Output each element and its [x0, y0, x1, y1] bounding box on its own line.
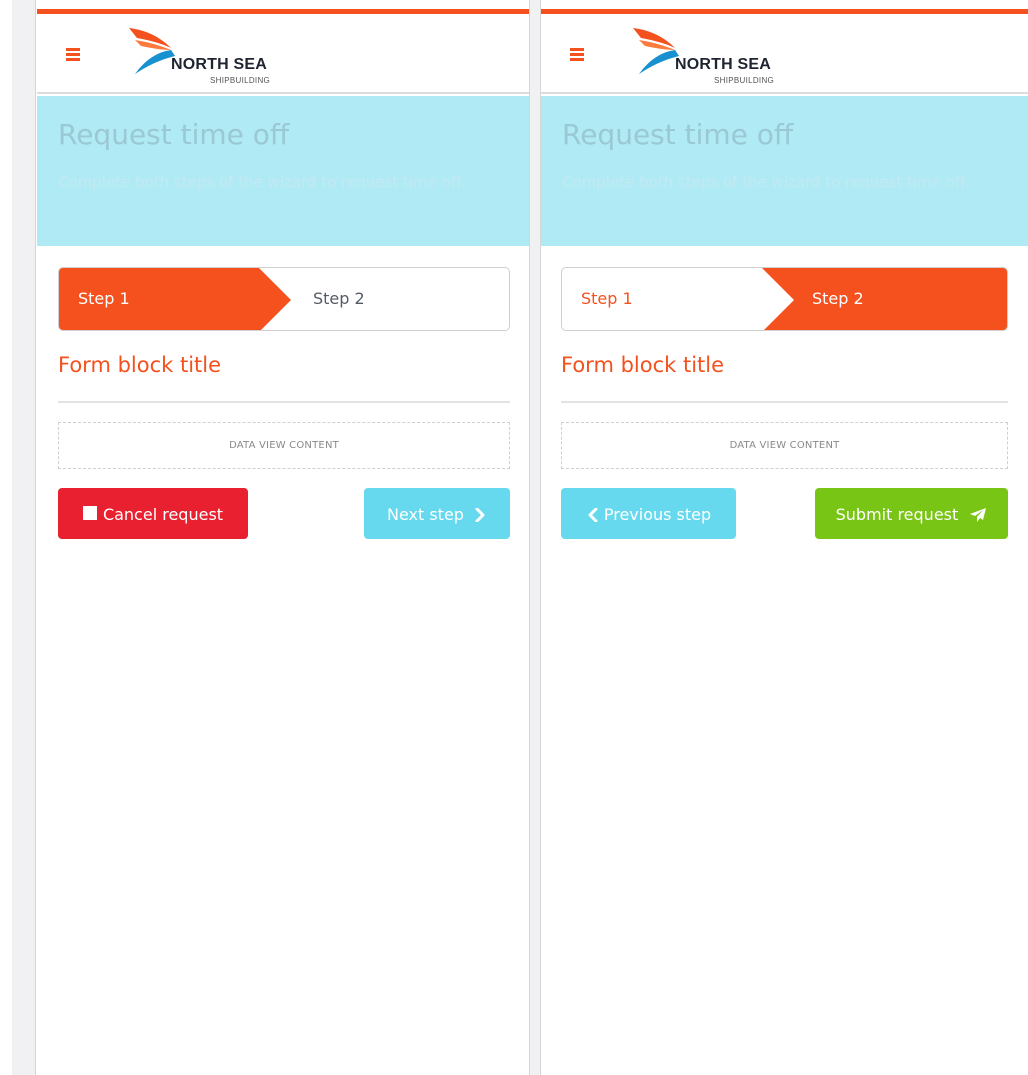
- page-title: Request time off: [58, 118, 290, 151]
- form-block-title: Form block title: [561, 353, 725, 377]
- submit-request-button[interactable]: Submit request: [815, 488, 1008, 539]
- chevron-left-icon: [588, 507, 598, 522]
- next-step-label: Next step: [386, 505, 464, 524]
- hamburger-menu-icon[interactable]: [570, 48, 584, 61]
- north-sea-shipbuilding-logo[interactable]: NORTH SEA SHIPBUILDING: [127, 24, 287, 85]
- hamburger-menu-icon[interactable]: [66, 48, 80, 61]
- north-sea-shipbuilding-logo[interactable]: NORTH SEA SHIPBUILDING: [631, 24, 791, 85]
- middle-gutter: [529, 0, 541, 1075]
- app-header: NORTH SEA SHIPBUILDING: [37, 14, 529, 94]
- wizard-step-2[interactable]: Step 2: [812, 289, 864, 308]
- section-divider: [58, 401, 510, 403]
- left-gutter: [0, 0, 36, 1075]
- app-header: NORTH SEA SHIPBUILDING: [541, 14, 1028, 94]
- page-subtitle: Complete both steps of the wizard to req…: [562, 173, 970, 191]
- wizard-steps: Step 1 Step 2: [58, 267, 510, 331]
- chevron-right-icon: [475, 507, 485, 522]
- cancel-request-button[interactable]: Cancel request: [58, 488, 248, 539]
- page-title: Request time off: [562, 118, 794, 151]
- stop-square-icon: [82, 505, 97, 520]
- logo-subtitle: SHIPBUILDING: [210, 76, 271, 85]
- wizard-steps: Step 1 Step 2: [561, 267, 1008, 331]
- page-subtitle: Complete both steps of the wizard to req…: [58, 173, 466, 191]
- preview-stage: NORTH SEA SHIPBUILDING Request time off …: [0, 0, 1028, 1075]
- previous-step-label: Previous step: [603, 505, 712, 524]
- paper-plane-icon: [970, 507, 987, 522]
- wizard-step-1[interactable]: Step 1: [78, 289, 130, 308]
- form-block-title: Form block title: [58, 353, 222, 377]
- section-divider: [561, 401, 1008, 403]
- wizard-step-1[interactable]: Step 1: [581, 289, 633, 308]
- next-step-button[interactable]: Next step: [364, 488, 510, 539]
- page-header-banner: Request time off Complete both steps of …: [37, 96, 529, 246]
- logo-wordmark: NORTH SEA: [675, 56, 772, 73]
- logo-wordmark: NORTH SEA: [171, 56, 268, 73]
- data-view-placeholder: DATA VIEW CONTENT: [561, 422, 1008, 469]
- cancel-request-label: Cancel request: [102, 505, 224, 524]
- logo-subtitle: SHIPBUILDING: [714, 76, 775, 85]
- wizard-step-2[interactable]: Step 2: [313, 289, 365, 308]
- mobile-screen-step-2: NORTH SEA SHIPBUILDING Request time off …: [541, 0, 1028, 1075]
- data-view-placeholder: DATA VIEW CONTENT: [58, 422, 510, 469]
- previous-step-button[interactable]: Previous step: [561, 488, 736, 539]
- mobile-screen-step-1: NORTH SEA SHIPBUILDING Request time off …: [37, 0, 529, 1075]
- page-header-banner: Request time off Complete both steps of …: [541, 96, 1028, 246]
- submit-request-label: Submit request: [835, 505, 959, 524]
